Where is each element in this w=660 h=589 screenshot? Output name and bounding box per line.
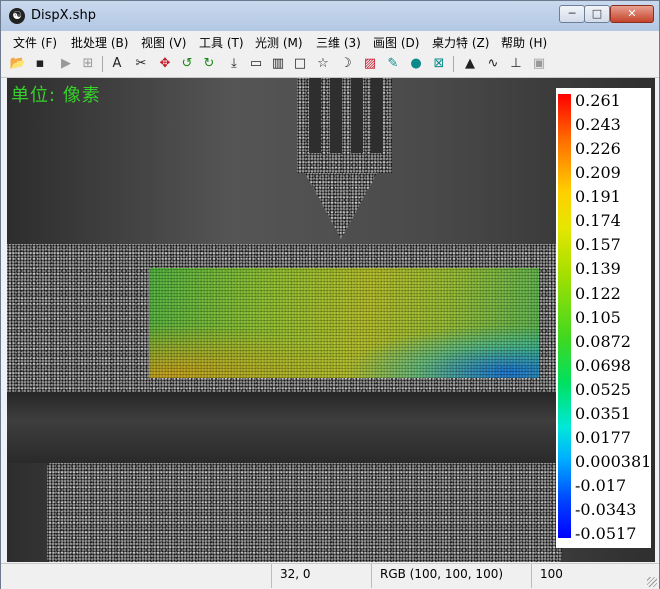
scale-label: -0.017	[575, 476, 627, 495]
scale-label: 0.0698	[575, 356, 631, 375]
scale-label: -0.0343	[575, 500, 637, 519]
menu-file[interactable]: 文件 (F)	[13, 34, 57, 51]
play-icon[interactable]: ▶	[57, 55, 75, 73]
move-icon[interactable]: ✥	[156, 55, 174, 73]
unit-label: 单位: 像素	[11, 85, 101, 106]
scale-label: 0.0872	[575, 332, 631, 351]
ruler-icon[interactable]: ▭	[247, 55, 265, 73]
toolbar-separator	[453, 56, 454, 72]
menu-optical[interactable]: 光测 (M)	[255, 34, 303, 51]
fork-slot	[309, 78, 321, 153]
scale-label: 0.000381	[575, 452, 652, 471]
overlay-speckle	[149, 268, 539, 378]
histogram-icon[interactable]: ▥	[269, 55, 287, 73]
open-folder-icon[interactable]: 📂	[9, 55, 27, 73]
window-title: DispX.shp	[31, 8, 96, 23]
specimen-gap	[7, 392, 562, 463]
scale-label: 0.157	[575, 235, 621, 254]
maximize-button[interactable]: □	[584, 5, 610, 23]
menu-tools[interactable]: 工具 (T)	[199, 34, 244, 51]
fork-slot	[371, 78, 383, 153]
scale-label: 0.0525	[575, 380, 631, 399]
scale-label: 0.0177	[575, 428, 631, 447]
scale-label: 0.191	[575, 187, 621, 206]
rotate-left-icon[interactable]: ↺	[178, 55, 196, 73]
fork-slot	[330, 78, 342, 153]
menu-draw[interactable]: 画图 (D)	[373, 34, 419, 51]
color-map-icon[interactable]: ▨	[361, 55, 379, 73]
fork-fixture	[297, 78, 392, 173]
tile-icon[interactable]: ⊞	[79, 55, 97, 73]
scale-label: 0.139	[575, 259, 621, 278]
menu-batch[interactable]: 批处理 (B)	[71, 34, 128, 51]
title-bar[interactable]: ☯ DispX.shp ─ □ ✕	[1, 1, 659, 31]
toolbar: 📂 ▪ ▶ ⊞ A ✂ ✥ ↺ ↻ ⤓ ▭ ▥ □ ☆ ☽ ▨ ✎ ● ⊠ ▲ …	[1, 52, 659, 78]
app-logo-icon: ☯	[9, 8, 25, 24]
cube-icon[interactable]: ▣	[530, 55, 548, 73]
star-icon[interactable]: ☆	[314, 55, 332, 73]
scale-label: 0.0351	[575, 404, 631, 423]
menu-help[interactable]: 帮助 (H)	[501, 34, 547, 51]
peak-icon[interactable]: ▲	[461, 55, 479, 73]
scale-label: -0.0517	[575, 524, 637, 543]
download-icon[interactable]: ⤓	[225, 55, 243, 73]
pencil-icon[interactable]: ✎	[384, 55, 402, 73]
color-scale-legend: 0.261 0.243 0.226 0.209 0.191 0.174 0.15…	[556, 88, 651, 548]
scissors-icon[interactable]: ✂	[132, 55, 150, 73]
fork-slot	[351, 78, 363, 153]
menu-bar: 文件 (F) 批处理 (B) 视图 (V) 工具 (T) 光测 (M) 三维 (…	[1, 31, 659, 52]
scale-label: 0.261	[575, 91, 621, 110]
close-button[interactable]: ✕	[610, 5, 654, 23]
scale-label: 0.105	[575, 308, 621, 327]
status-message	[1, 564, 271, 588]
scale-label: 0.243	[575, 115, 621, 134]
status-pixel-color: RGB (100, 100, 100)	[371, 564, 531, 588]
scale-label: 0.174	[575, 211, 621, 230]
status-coordinates: 32, 0	[271, 564, 371, 588]
scale-label: 0.122	[575, 284, 621, 303]
text-icon[interactable]: A	[108, 55, 126, 73]
color-scale-gradient	[558, 94, 571, 538]
menu-zhuolite[interactable]: 桌力特 (Z)	[432, 34, 489, 51]
moon-icon[interactable]: ☽	[337, 55, 355, 73]
scale-label: 0.226	[575, 139, 621, 158]
status-bar: 32, 0 RGB (100, 100, 100) 100	[1, 563, 659, 589]
menu-view[interactable]: 视图 (V)	[141, 34, 186, 51]
menu-3d[interactable]: 三维 (3)	[316, 34, 361, 51]
scale-label: 0.209	[575, 163, 621, 182]
resize-grip-icon[interactable]	[647, 577, 657, 587]
minimize-button[interactable]: ─	[559, 5, 585, 23]
rotate-right-icon[interactable]: ↻	[200, 55, 218, 73]
rectangle-icon[interactable]: □	[291, 55, 309, 73]
mesh-icon[interactable]: ⊠	[430, 55, 448, 73]
circle-icon[interactable]: ●	[407, 55, 425, 73]
toolbar-separator	[102, 56, 103, 72]
axes-icon[interactable]: ⊥	[507, 55, 525, 73]
status-zoom: 100	[531, 564, 647, 588]
lower-specimen-beam	[47, 463, 562, 562]
app-window: ☯ DispX.shp ─ □ ✕ 文件 (F) 批处理 (B) 视图 (V) …	[0, 0, 660, 589]
wave-icon[interactable]: ∿	[484, 55, 502, 73]
save-icon[interactable]: ▪	[31, 55, 49, 73]
